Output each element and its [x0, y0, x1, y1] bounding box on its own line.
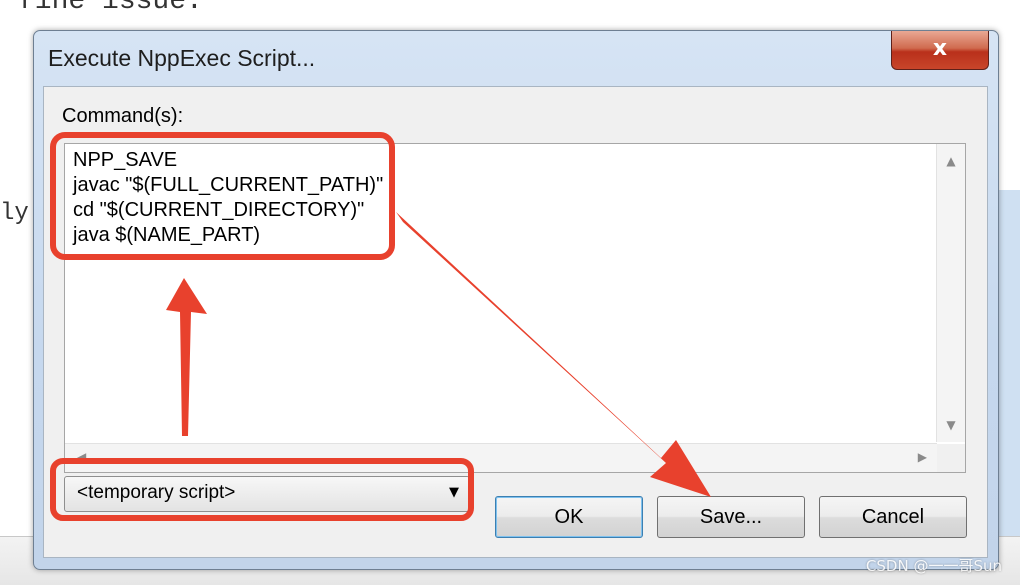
commands-label: Command(s): [62, 105, 184, 127]
dialog-title: Execute NppExec Script... [48, 45, 316, 71]
editor-text-line: fine issue. [18, 0, 203, 17]
scroll-up-icon[interactable]: ▲ [937, 154, 965, 168]
editor-window-edge [996, 190, 1020, 540]
scrollbar-corner [937, 444, 965, 472]
save-button[interactable]: Save... [657, 496, 805, 538]
commands-text: NPP_SAVEjavac "$(FULL_CURRENT_PATH)"cd "… [73, 148, 383, 248]
ok-button[interactable]: OK [495, 496, 643, 538]
vertical-scrollbar[interactable]: ▲ ▼ [936, 144, 965, 442]
csdn-watermark: CSDN @一一哥Sun [865, 557, 1002, 575]
dialog-body: Command(s): NPP_SAVEjavac "$(FULL_CURREN… [43, 86, 988, 558]
command-line: javac "$(FULL_CURRENT_PATH)" [73, 174, 384, 196]
horizontal-scrollbar[interactable]: ◀ ▶ [65, 443, 937, 472]
command-line: cd "$(CURRENT_DIRECTORY)" [73, 199, 365, 221]
scroll-left-icon[interactable]: ◀ [77, 450, 86, 464]
close-icon: x [932, 36, 948, 61]
script-select-value: <temporary script> [77, 482, 236, 503]
editor-text-fragment: ly [0, 200, 29, 227]
commands-textarea[interactable]: NPP_SAVEjavac "$(FULL_CURRENT_PATH)"cd "… [64, 143, 966, 473]
cancel-button[interactable]: Cancel [819, 496, 967, 538]
dropdown-arrow-icon: ▼ [449, 485, 459, 500]
command-line: java $(NAME_PART) [73, 224, 261, 246]
close-button[interactable]: x [891, 31, 989, 70]
execute-script-dialog: Execute NppExec Script... x Command(s): … [33, 30, 999, 570]
scroll-down-icon[interactable]: ▼ [937, 418, 965, 432]
script-select[interactable]: <temporary script> ▼ [64, 476, 470, 512]
scroll-right-icon[interactable]: ▶ [918, 450, 927, 464]
command-line: NPP_SAVE [73, 149, 178, 171]
